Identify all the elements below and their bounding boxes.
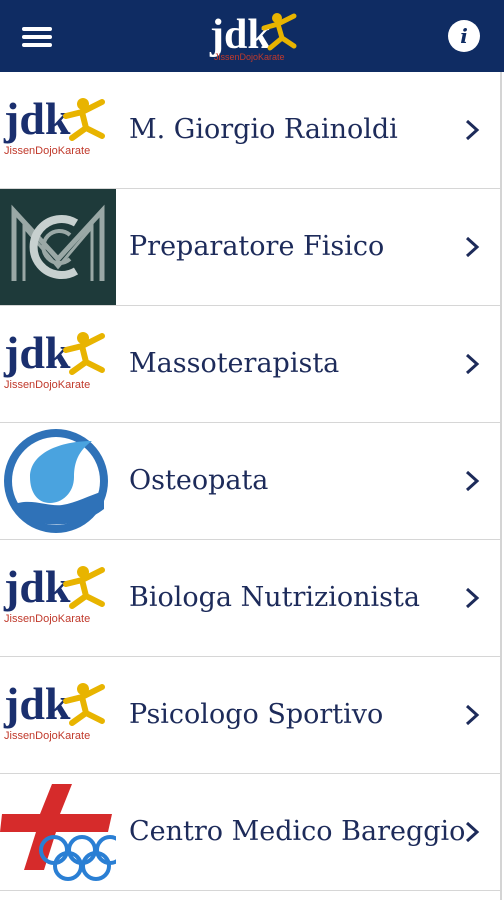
svg-text:jdk: jdk <box>3 93 71 144</box>
svg-text:jdk: jdk <box>3 678 71 729</box>
chevron-right-icon <box>465 353 480 375</box>
chevron-right-icon <box>465 236 480 258</box>
header-logo-subtext: JissenDojoKarate <box>214 52 285 62</box>
list-item-label: Osteopata <box>129 465 269 496</box>
svg-text:JissenDojoKarate: JissenDojoKarate <box>4 379 90 391</box>
jdk-logo-thumbnail: jdk JissenDojoKarate <box>0 72 116 188</box>
jdk-logo-thumbnail: jdk JissenDojoKarate <box>0 306 116 422</box>
list-item-label: Massoterapista <box>129 348 340 379</box>
hamburger-menu-icon[interactable] <box>20 20 54 52</box>
top-app-bar: jdk JissenDojoKarate i <box>0 0 504 72</box>
list-item-label: Biologa Nutrizionista <box>129 582 420 613</box>
svg-text:JissenDojoKarate: JissenDojoKarate <box>4 613 90 625</box>
info-icon[interactable]: i <box>448 20 480 52</box>
list-item-label: Centro Medico Bareggio <box>129 816 466 847</box>
svg-text:jdk: jdk <box>3 561 71 612</box>
jdk-logo-thumbnail: jdk JissenDojoKarate <box>0 657 116 773</box>
list-item-centro-medico-bareggio[interactable]: Centro Medico Bareggio <box>0 774 500 891</box>
list-item-osteopata[interactable]: Osteopata <box>0 423 500 540</box>
contacts-list: jdk JissenDojoKarate M. Giorgio Rainoldi… <box>0 72 502 900</box>
svg-text:jdk: jdk <box>3 327 71 378</box>
cm-monogram-logo-thumbnail <box>0 189 116 305</box>
list-item-label: Psicologo Sportivo <box>129 699 384 730</box>
info-glyph: i <box>460 24 468 48</box>
svg-text:JissenDojoKarate: JissenDojoKarate <box>4 145 90 157</box>
chevron-right-icon <box>465 470 480 492</box>
list-item-giorgio-rainoldi[interactable]: jdk JissenDojoKarate M. Giorgio Rainoldi <box>0 72 500 189</box>
list-item-label: M. Giorgio Rainoldi <box>129 114 398 145</box>
jdk-logo-thumbnail: jdk JissenDojoKarate <box>0 540 116 656</box>
chevron-right-icon <box>465 821 480 843</box>
chevron-right-icon <box>465 587 480 609</box>
water-drop-hand-logo-thumbnail <box>0 423 116 539</box>
list-item-psicologo-sportivo[interactable]: jdk JissenDojoKarate Psicologo Sportivo <box>0 657 500 774</box>
svg-text:JissenDojoKarate: JissenDojoKarate <box>4 730 90 742</box>
list-item-preparatore-fisico[interactable]: Preparatore Fisico <box>0 189 500 306</box>
list-item-massoterapista[interactable]: jdk JissenDojoKarate Massoterapista <box>0 306 500 423</box>
header-logo: jdk JissenDojoKarate <box>209 12 297 62</box>
list-item-biologa-nutrizionista[interactable]: jdk JissenDojoKarate Biologa Nutrizionis… <box>0 540 500 657</box>
chevron-right-icon <box>465 704 480 726</box>
chevron-right-icon <box>465 119 480 141</box>
list-item-label: Preparatore Fisico <box>129 231 385 262</box>
medical-cross-olympic-logo-thumbnail <box>0 774 116 890</box>
